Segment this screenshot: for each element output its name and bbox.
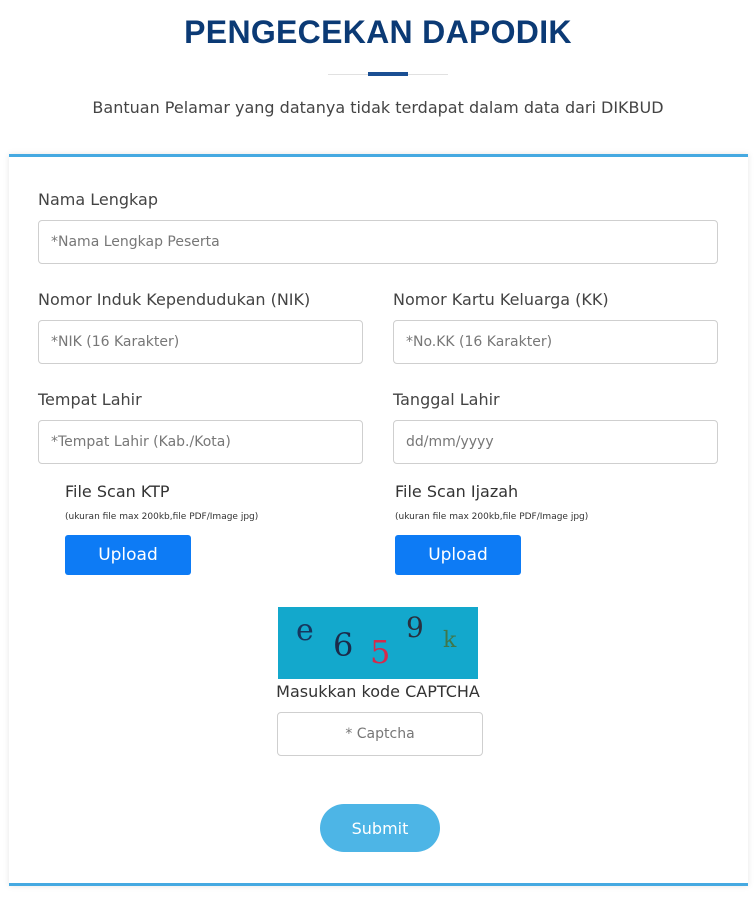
kk-input[interactable] — [393, 320, 718, 364]
ktp-upload-label: File Scan KTP — [65, 482, 170, 501]
ijazah-upload-button[interactable]: Upload — [395, 535, 521, 575]
birth-place-input[interactable] — [38, 420, 363, 464]
captcha-image: e 6 5 9 k — [278, 607, 478, 679]
ktp-upload-button[interactable]: Upload — [65, 535, 191, 575]
captcha-label: Masukkan kode CAPTCHA — [276, 682, 480, 701]
captcha-char-1: e — [296, 613, 314, 648]
submit-button[interactable]: Submit — [320, 804, 440, 852]
page-subtitle: Bantuan Pelamar yang datanya tidak terda… — [92, 98, 664, 117]
kk-label: Nomor Kartu Keluarga (KK) — [393, 290, 609, 309]
full-name-label: Nama Lengkap — [38, 190, 158, 209]
nik-label: Nomor Induk Kependudukan (NIK) — [38, 290, 311, 309]
captcha-char-3: 5 — [370, 633, 390, 671]
captcha-char-2: 6 — [333, 626, 353, 664]
full-name-input[interactable] — [38, 220, 718, 264]
captcha-input[interactable] — [277, 712, 483, 756]
captcha-char-4: 9 — [406, 611, 424, 644]
birth-date-label: Tanggal Lahir — [393, 390, 500, 409]
nik-input[interactable] — [38, 320, 363, 364]
ijazah-upload-hint: (ukuran file max 200kb,file PDF/Image jp… — [395, 512, 589, 522]
ijazah-upload-label: File Scan Ijazah — [395, 482, 519, 501]
title-divider-accent — [368, 72, 408, 76]
ktp-upload-hint: (ukuran file max 200kb,file PDF/Image jp… — [65, 512, 259, 522]
birth-date-input[interactable] — [393, 420, 718, 464]
page-title: PENGECEKAN DAPODIK — [184, 14, 572, 50]
captcha-char-5: k — [443, 628, 457, 653]
birth-place-label: Tempat Lahir — [38, 390, 142, 409]
